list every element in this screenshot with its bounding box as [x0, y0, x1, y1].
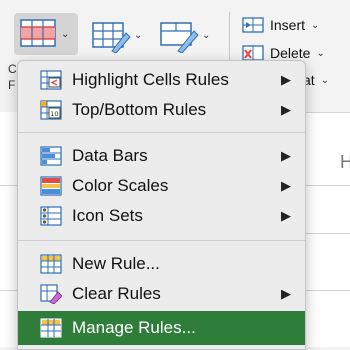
submenu-arrow-icon: ▶	[281, 208, 291, 223]
conditional-formatting-button[interactable]: ⌄	[14, 13, 78, 55]
menu-item-label: Clear Rules	[72, 284, 161, 303]
chevron-down-icon: ⌄	[311, 19, 320, 31]
submenu-arrow-icon: ▶	[281, 178, 291, 193]
chevron-down-icon: ⌄	[134, 29, 143, 41]
menu-item-new-rule[interactable]: New Rule...	[18, 249, 305, 279]
insert-cells-icon	[242, 17, 264, 33]
grid-line	[305, 290, 350, 291]
chevron-down-icon: ⌄	[61, 28, 70, 40]
menu-item-label: Manage Rules...	[72, 318, 196, 337]
icon-sets-icon	[40, 206, 62, 226]
grid-line	[305, 185, 350, 186]
menu-item-label: Color Scales	[72, 176, 169, 195]
menu-item-icon-sets[interactable]: Icon Sets ▶	[18, 201, 305, 231]
submenu-arrow-icon: ▶	[281, 102, 291, 117]
menu-item-label: Icon Sets	[72, 206, 143, 225]
column-header-clipped: H	[340, 152, 350, 172]
top-bottom-icon: 10	[40, 100, 62, 120]
new-rule-icon	[40, 254, 62, 274]
chevron-down-icon: ⌄	[320, 74, 330, 86]
chevron-down-icon: ⌄	[316, 47, 325, 59]
submenu-arrow-icon: ▶	[281, 148, 291, 163]
format-as-table-button[interactable]: ⌄	[90, 15, 150, 55]
menu-item-data-bars[interactable]: Data Bars ▶	[18, 141, 305, 171]
clear-rules-icon	[40, 284, 62, 304]
conditional-formatting-menu: Highlight Cells Rules ▶ 10 Top/Bottom Ru…	[17, 60, 306, 350]
insert-label: Insert	[270, 17, 306, 33]
clipped-label: F	[8, 78, 16, 92]
menu-item-label: Data Bars	[72, 146, 148, 165]
sheet-area	[0, 112, 17, 347]
grid-line	[0, 185, 17, 186]
insert-button[interactable]: Insert ⌄	[242, 16, 319, 34]
format-as-table-icon	[92, 22, 131, 53]
format-button[interactable]: at ⌄	[303, 72, 329, 88]
sheet-area	[305, 112, 350, 347]
svg-text:10: 10	[50, 110, 58, 118]
conditional-formatting-icon	[20, 19, 56, 47]
manage-rules-icon	[40, 318, 62, 338]
grid-line	[305, 112, 350, 113]
menu-item-label: Top/Bottom Rules	[72, 100, 207, 119]
cell-styles-icon	[160, 22, 199, 53]
highlight-cells-icon	[40, 70, 62, 90]
menu-item-label: New Rule...	[72, 254, 160, 273]
clipped-label: C	[8, 62, 17, 76]
submenu-arrow-icon: ▶	[281, 286, 291, 301]
submenu-arrow-icon: ▶	[281, 72, 291, 87]
menu-separator	[18, 240, 305, 241]
menu-item-highlight-cells-rules[interactable]: Highlight Cells Rules ▶	[18, 65, 305, 95]
color-scales-icon	[40, 176, 62, 196]
menu-item-color-scales[interactable]: Color Scales ▶	[18, 171, 305, 201]
menu-separator	[18, 132, 305, 133]
chevron-down-icon: ⌄	[202, 29, 211, 41]
delete-label: Delete	[270, 45, 311, 61]
menu-item-manage-rules[interactable]: Manage Rules...	[18, 311, 305, 345]
data-bars-icon	[40, 146, 62, 166]
menu-item-clear-rules[interactable]: Clear Rules ▶	[18, 279, 305, 309]
cell-styles-button[interactable]: ⌄	[158, 15, 218, 55]
menu-item-top-bottom-rules[interactable]: 10 Top/Bottom Rules ▶	[18, 95, 305, 125]
menu-item-label: Highlight Cells Rules	[72, 70, 229, 89]
grid-line	[0, 290, 17, 291]
grid-line	[305, 233, 350, 234]
